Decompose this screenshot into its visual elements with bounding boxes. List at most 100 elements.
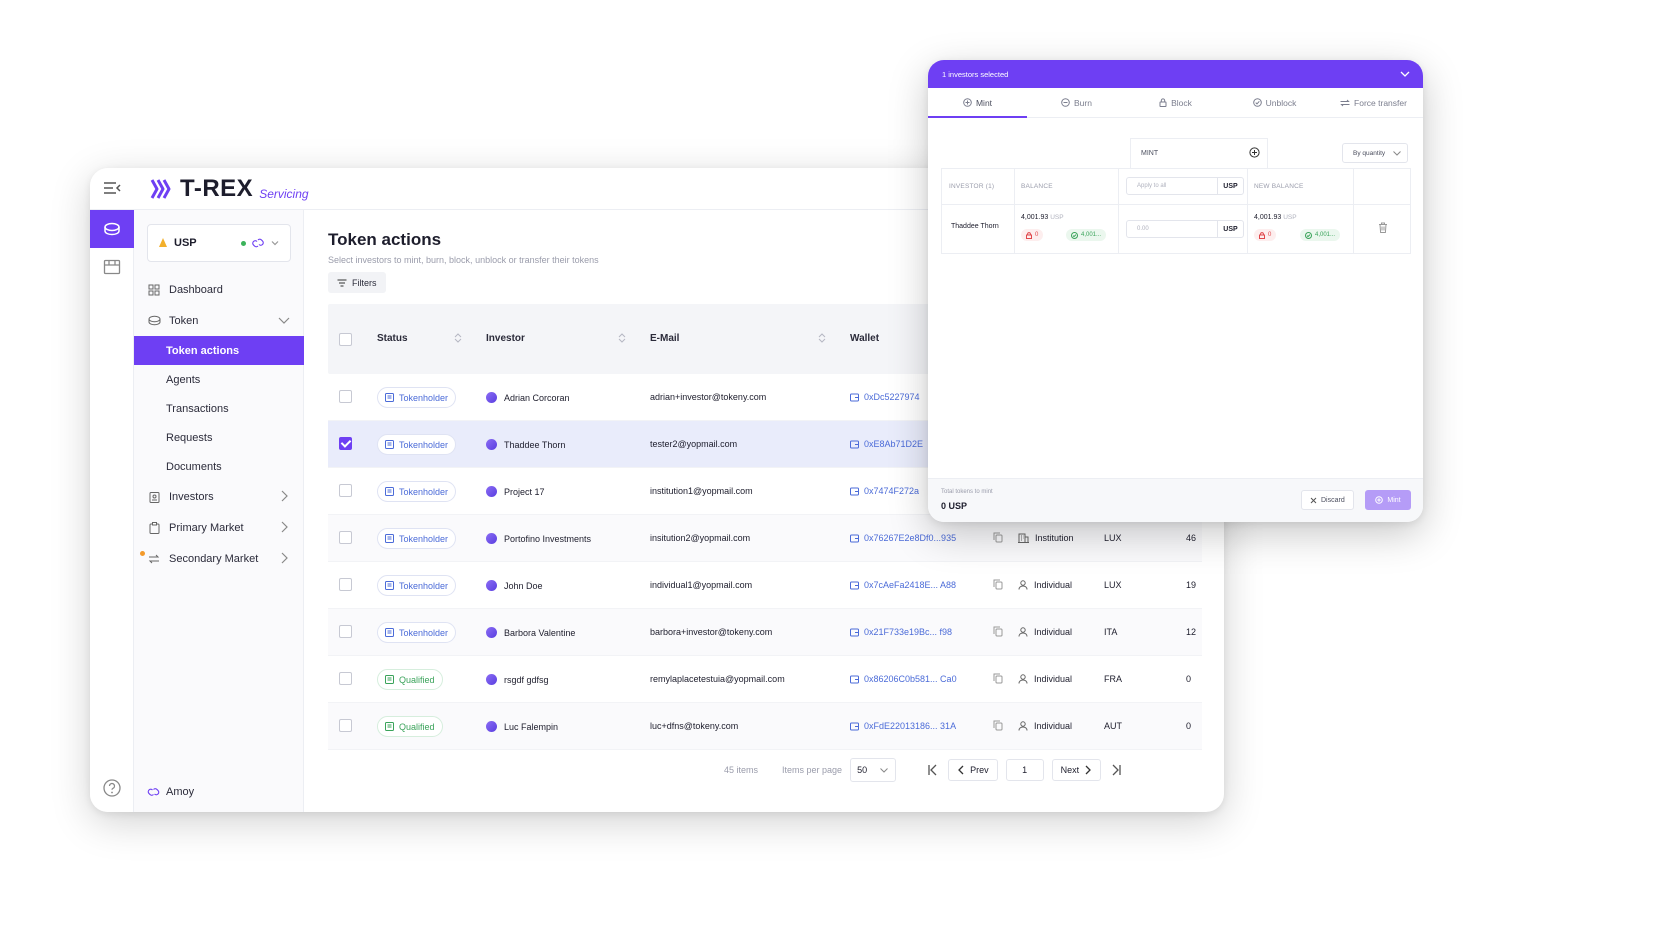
next-page-button[interactable]: Next xyxy=(1051,759,1102,781)
sidebar-sub-token-actions[interactable]: Token actions xyxy=(134,336,304,365)
sidebar-item-secondary-market[interactable]: Secondary Market xyxy=(134,543,304,574)
copy-icon[interactable] xyxy=(993,532,1003,543)
mint-button[interactable]: Mint xyxy=(1365,490,1411,510)
add-circle-icon[interactable] xyxy=(1249,147,1260,158)
prev-page-button[interactable]: Prev xyxy=(948,759,998,781)
investor-email: barbora+investor@tokeny.com xyxy=(650,627,773,637)
panel-header[interactable]: 1 investors selected xyxy=(928,60,1423,88)
tab-force-transfer[interactable]: Force transfer xyxy=(1324,88,1423,117)
help-icon[interactable] xyxy=(102,778,122,798)
sidebar-item-token[interactable]: Token xyxy=(134,305,304,336)
sidebar-sub-requests[interactable]: Requests xyxy=(134,423,304,452)
header-investor[interactable]: Investor xyxy=(486,333,525,344)
first-page-icon[interactable] xyxy=(926,763,940,777)
investor-name[interactable]: Project 17 xyxy=(504,487,545,497)
header-email[interactable]: E-Mail xyxy=(650,333,679,344)
sort-icon[interactable] xyxy=(818,333,826,343)
wallet-link[interactable]: 0x76267E2e8Df0...935 xyxy=(850,533,956,543)
collapse-menu-icon[interactable] xyxy=(102,178,122,198)
investor-name[interactable]: Thaddee Thorn xyxy=(504,440,565,450)
sidebar-sub-transactions[interactable]: Transactions xyxy=(134,394,304,423)
status-badge: Tokenholder xyxy=(377,481,457,502)
investor-name[interactable]: Luc Falempin xyxy=(504,722,558,732)
rail-tokens[interactable] xyxy=(90,210,134,248)
filters-button[interactable]: Filters xyxy=(328,272,386,293)
table-row[interactable]: Qualified rsgdf gdfsg remylaplacetestuia… xyxy=(328,656,1202,703)
tab-burn[interactable]: Burn xyxy=(1027,88,1126,117)
per-page-select[interactable]: 50 xyxy=(850,758,897,782)
copy-icon[interactable] xyxy=(993,720,1003,731)
mint-amount-input[interactable]: 0.00 USP xyxy=(1126,220,1244,238)
table-row[interactable]: Tokenholder Portofino Investments insitu… xyxy=(328,515,1202,562)
row-checkbox[interactable] xyxy=(339,672,352,685)
wallet-link[interactable]: 0xFdE22013186... 31A xyxy=(850,721,956,731)
wallet-link[interactable]: 0x7cAeFa2418E... A88 xyxy=(850,580,956,590)
sidebar-sub-agents[interactable]: Agents xyxy=(134,365,304,394)
header-wallet[interactable]: Wallet xyxy=(850,333,879,344)
discard-button[interactable]: Discard xyxy=(1301,490,1354,510)
row-checkbox[interactable] xyxy=(339,390,352,403)
chevron-down-icon xyxy=(271,241,279,246)
wallet-link[interactable]: 0xE8Ab71D2E xyxy=(850,439,923,449)
wallet-link[interactable]: 0x86206C0b581... Ca0 xyxy=(850,674,957,684)
sidebar-item-dashboard[interactable]: Dashboard xyxy=(134,274,304,305)
wallet-link[interactable]: 0x7474F272a xyxy=(850,486,919,496)
quantity-mode-select[interactable]: By quantity xyxy=(1342,143,1408,163)
sort-icon[interactable] xyxy=(618,333,626,343)
tab-mint[interactable]: Mint xyxy=(928,88,1027,118)
investor-type: Institution xyxy=(1018,533,1074,543)
investor-name[interactable]: Adrian Corcoran xyxy=(504,393,570,403)
investor-type-label: Individual xyxy=(1034,674,1073,684)
last-page-icon[interactable] xyxy=(1109,763,1123,777)
prev-label: Prev xyxy=(970,765,989,775)
check-circle-icon xyxy=(1071,231,1078,239)
chevron-down-icon xyxy=(1393,151,1401,156)
id-card-icon xyxy=(147,490,161,504)
table-row[interactable]: Qualified Luc Falempin luc+dfns@tokeny.c… xyxy=(328,703,1202,750)
per-page-value: 50 xyxy=(857,765,868,775)
person-icon xyxy=(1018,674,1028,684)
token-selector[interactable]: USP xyxy=(147,224,291,262)
row-checkbox[interactable] xyxy=(339,625,352,638)
sidebar-sub-documents[interactable]: Documents xyxy=(134,452,304,481)
investor-name[interactable]: Portofino Investments xyxy=(504,534,591,544)
col-investor: INVESTOR (1) xyxy=(949,183,995,190)
sidebar-item-investors[interactable]: Investors xyxy=(134,481,304,512)
wallet-link[interactable]: 0xDc5227974 xyxy=(850,392,920,402)
investor-type: Individual xyxy=(1018,721,1072,731)
row-balance: 4,001.93 xyxy=(1021,214,1049,221)
table-row[interactable]: Tokenholder Barbora Valentine barbora+in… xyxy=(328,609,1202,656)
investor-email: insitution2@yopmail.com xyxy=(650,533,751,543)
chevron-down-icon[interactable] xyxy=(1399,68,1411,80)
page-number-input[interactable] xyxy=(1005,759,1044,781)
investor-name[interactable]: John Doe xyxy=(504,581,543,591)
rail-marketplace[interactable] xyxy=(90,248,134,286)
table-row[interactable]: Tokenholder John Doe individual1@yopmail… xyxy=(328,562,1202,609)
copy-icon[interactable] xyxy=(993,673,1003,684)
row-checkbox[interactable] xyxy=(339,578,352,591)
chevron-right-icon xyxy=(281,552,288,564)
row-checkbox[interactable] xyxy=(339,437,352,450)
header-status[interactable]: Status xyxy=(377,333,408,344)
building-icon xyxy=(1018,533,1029,543)
wallet-link[interactable]: 0x21F733e19Bc... f98 xyxy=(850,627,952,637)
row-checkbox[interactable] xyxy=(339,531,352,544)
network-indicator[interactable]: Amoy xyxy=(147,786,194,798)
row-checkbox[interactable] xyxy=(339,719,352,732)
select-all-checkbox[interactable] xyxy=(339,333,352,346)
id-card-icon xyxy=(385,675,394,684)
row-checkbox[interactable] xyxy=(339,484,352,497)
copy-icon[interactable] xyxy=(993,626,1003,637)
sidebar-item-primary-market[interactable]: Primary Market xyxy=(134,512,304,543)
tab-label: Burn xyxy=(1074,97,1092,108)
tab-unblock[interactable]: Unblock xyxy=(1225,88,1324,117)
investor-name[interactable]: Barbora Valentine xyxy=(504,628,575,638)
transfer-icon xyxy=(1340,99,1350,106)
sort-icon[interactable] xyxy=(454,333,462,343)
wallet-icon xyxy=(850,581,859,589)
trash-icon[interactable] xyxy=(1378,222,1388,233)
copy-icon[interactable] xyxy=(993,579,1003,590)
tab-block[interactable]: Block xyxy=(1126,88,1225,117)
investor-name[interactable]: rsgdf gdfsg xyxy=(504,675,549,685)
apply-all-input[interactable]: Apply to all USP xyxy=(1126,177,1244,195)
